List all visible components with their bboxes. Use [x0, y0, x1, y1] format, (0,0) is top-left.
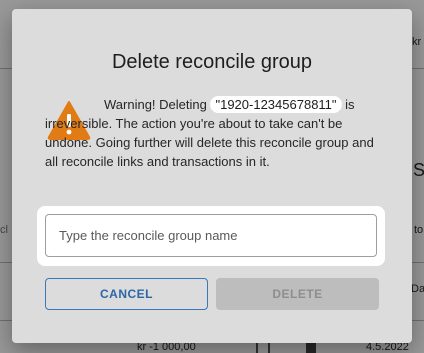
- warning-message: Warning! Deleting "1920-12345678811" is …: [45, 95, 380, 171]
- group-name-input-highlight: [37, 206, 385, 266]
- cancel-button[interactable]: CANCEL: [45, 278, 208, 310]
- group-name-highlight: "1920-12345678811": [210, 96, 342, 113]
- delete-reconcile-group-dialog: Delete reconcile group Warning! Deleting…: [12, 9, 412, 343]
- warning-prefix: Warning! Deleting: [104, 97, 207, 112]
- group-name-input[interactable]: [45, 214, 377, 257]
- dialog-title: Delete reconcile group: [111, 51, 313, 73]
- delete-button[interactable]: DELETE: [216, 278, 379, 310]
